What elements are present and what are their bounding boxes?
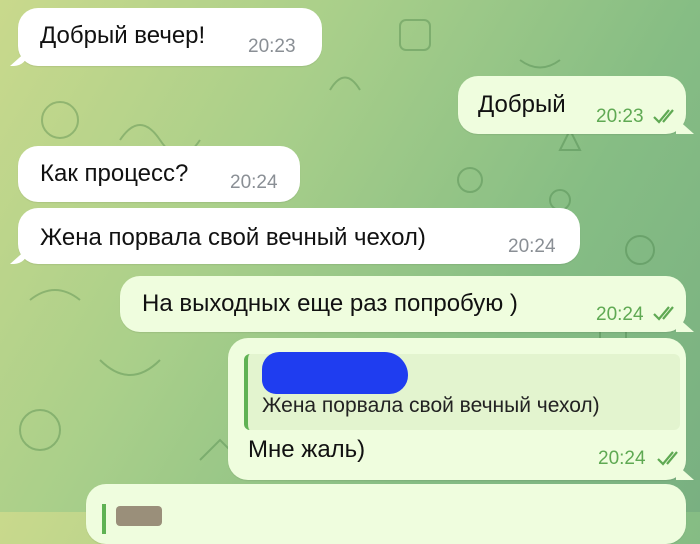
double-check-icon <box>653 109 674 124</box>
reply-quote-text: Жена порвала свой вечный чехол) <box>262 394 600 417</box>
message-bubble-outgoing-reply[interactable]: Жена порвала свой вечный чехол) Мне жаль… <box>228 338 694 480</box>
message-bubble-incoming[interactable]: Как процесс? 20:24 <box>18 146 300 202</box>
message-text: Как процесс? <box>40 160 189 187</box>
reply-quote-bar <box>102 504 106 534</box>
message-bubble-outgoing-partial[interactable] <box>86 484 686 544</box>
double-check-icon <box>657 451 678 466</box>
message-text: Добрый <box>478 91 566 118</box>
message-time: 20:23 <box>248 36 296 57</box>
message-time: 20:24 <box>596 304 644 325</box>
message-bubble-outgoing[interactable]: Добрый 20:23 <box>458 76 694 134</box>
bubble-tail <box>10 248 28 264</box>
message-text: Добрый вечер! <box>40 22 206 49</box>
message-bubble-outgoing[interactable]: На выходных еще раз попробую ) 20:24 <box>120 276 694 332</box>
message-time: 20:24 <box>508 236 556 257</box>
message-time: 20:24 <box>230 172 278 193</box>
message-text: Мне жаль) <box>248 436 366 463</box>
media-thumbnail <box>116 506 162 526</box>
redacted-author-name <box>262 352 408 394</box>
double-check-icon <box>653 306 674 321</box>
reply-quote[interactable]: Жена порвала свой вечный чехол) <box>244 352 680 430</box>
message-text: Жена порвала свой вечный чехол) <box>40 224 426 251</box>
message-time: 20:23 <box>596 106 644 127</box>
message-time: 20:24 <box>598 448 646 469</box>
message-bubble-incoming[interactable]: Добрый вечер! 20:23 <box>10 8 322 66</box>
bubble-tail <box>10 50 28 66</box>
message-bubble-incoming[interactable]: Жена порвала свой вечный чехол) 20:24 <box>10 208 580 264</box>
message-text: На выходных еще раз попробую ) <box>142 290 518 317</box>
